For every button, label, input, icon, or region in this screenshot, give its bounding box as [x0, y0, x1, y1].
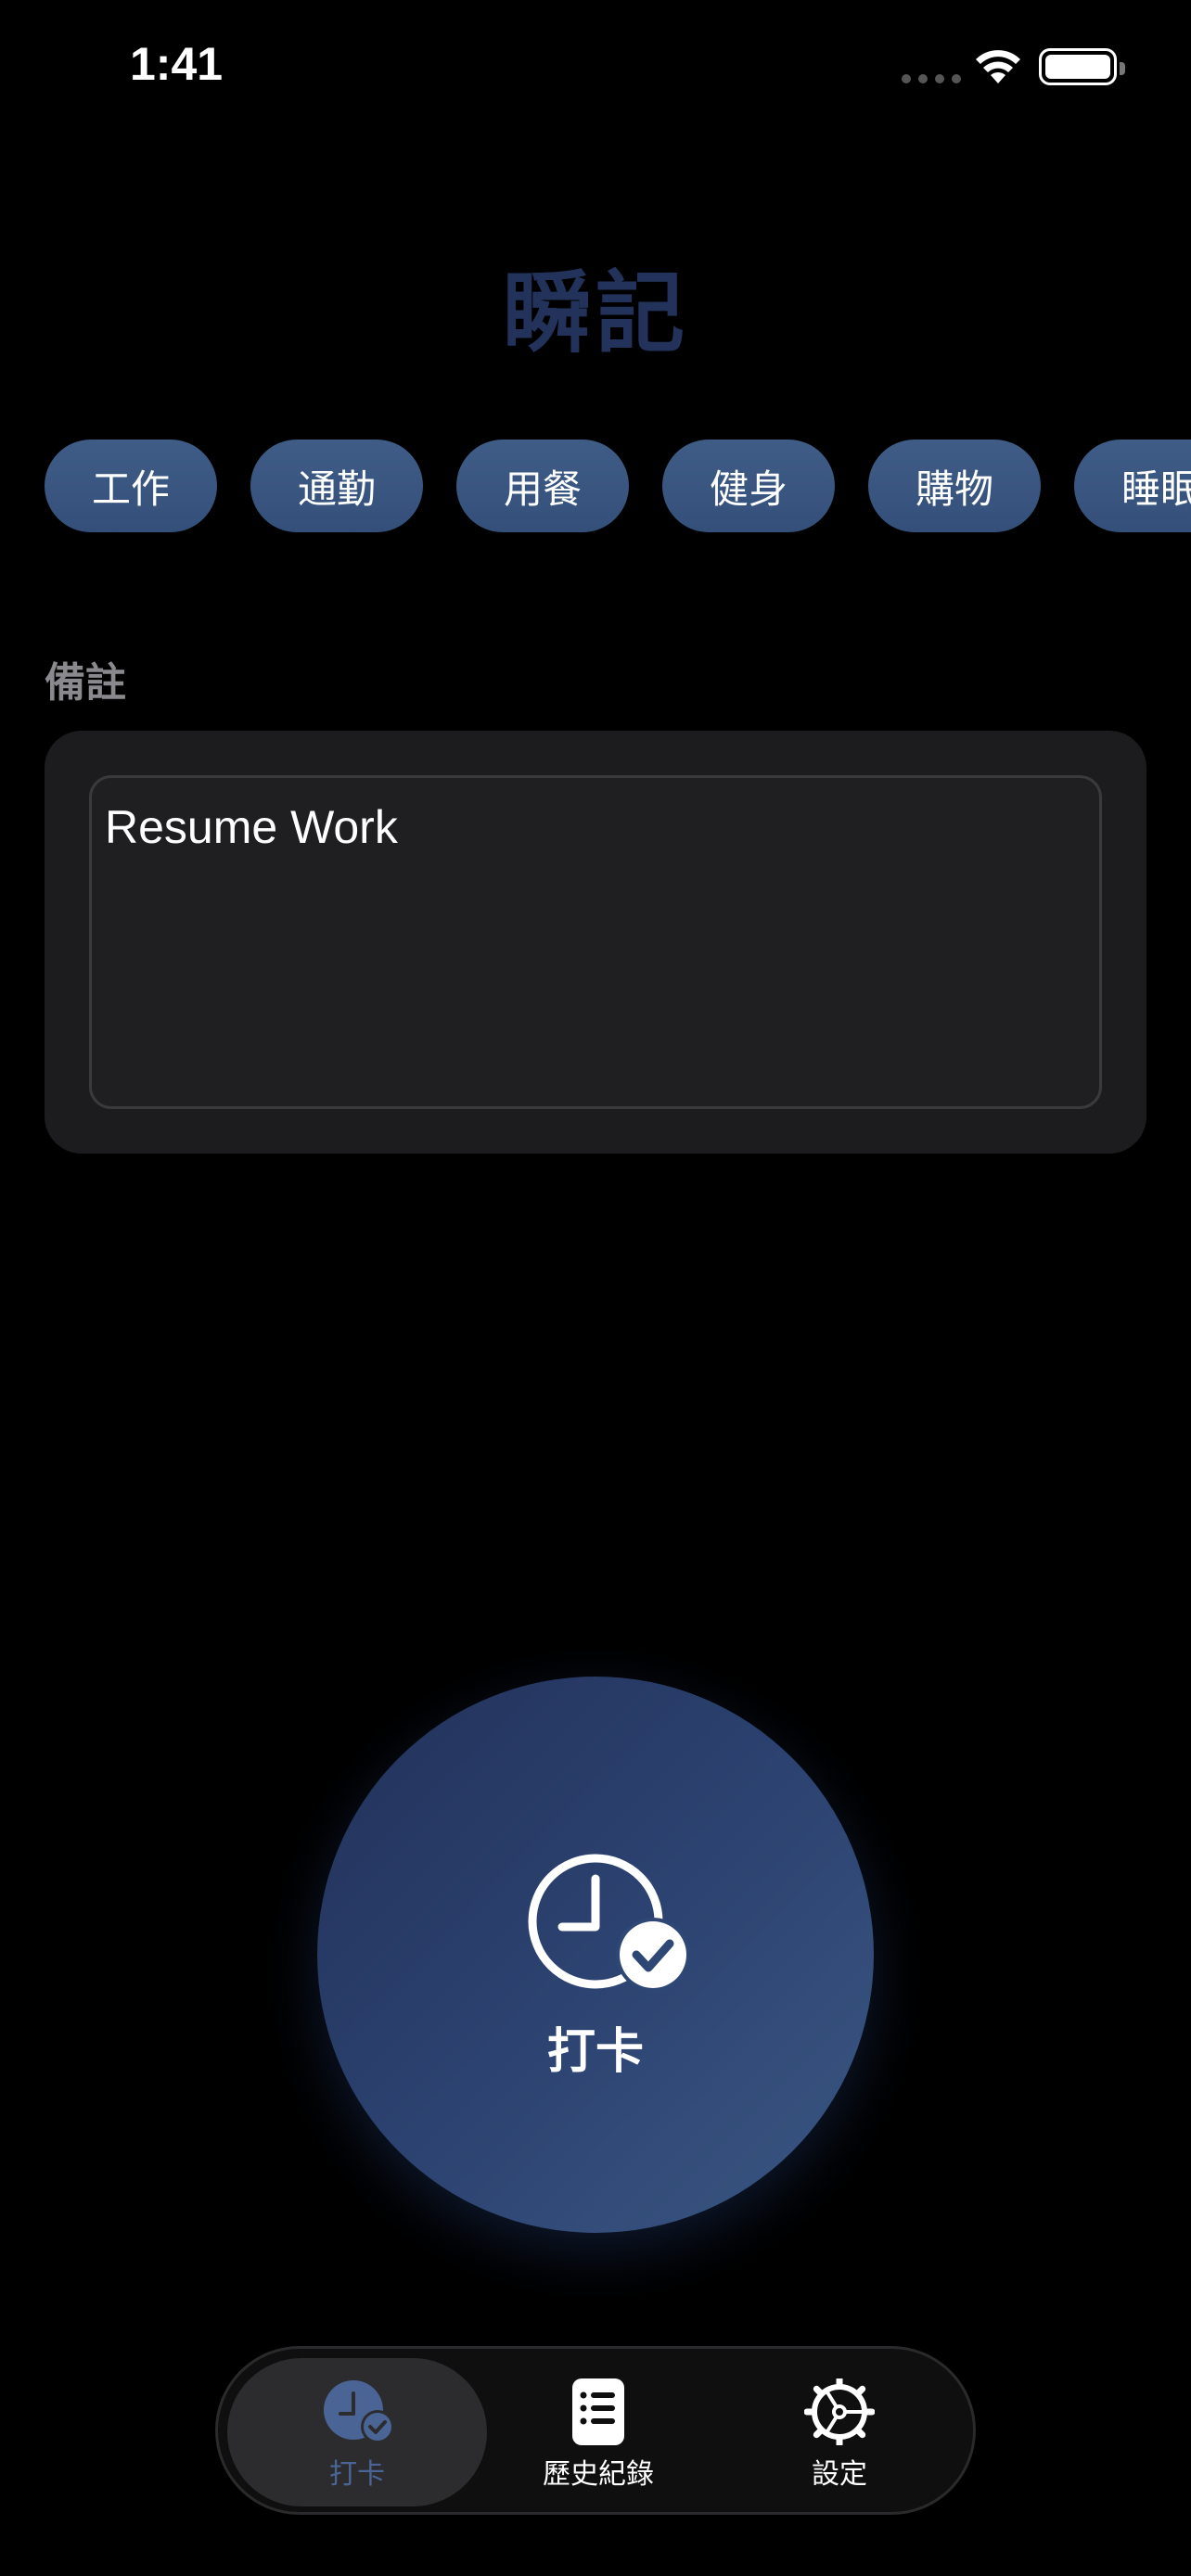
category-chip-work[interactable]: 工作 — [45, 440, 217, 532]
category-chip-commute[interactable]: 通勤 — [250, 440, 423, 532]
signal-icon — [902, 74, 961, 83]
tab-history[interactable]: 歷史紀錄 — [468, 2358, 728, 2506]
tab-bar: 打卡 歷史紀錄 設定 — [215, 2346, 976, 2515]
tab-settings[interactable]: 設定 — [710, 2358, 969, 2506]
note-input[interactable]: Resume Work — [89, 775, 1102, 1109]
category-chip-meal[interactable]: 用餐 — [456, 440, 629, 532]
category-chip-shopping[interactable]: 購物 — [868, 440, 1041, 532]
wifi-icon — [976, 50, 1020, 83]
category-chips: 工作 通勤 用餐 健身 購物 睡眠 — [45, 440, 1191, 532]
category-chip-sleep[interactable]: 睡眠 — [1074, 440, 1191, 532]
clock-check-icon — [528, 1854, 690, 1992]
note-card: Resume Work — [45, 731, 1146, 1154]
tab-punch[interactable]: 打卡 — [227, 2358, 487, 2506]
tab-label: 設定 — [812, 2458, 867, 2491]
tab-label: 打卡 — [329, 2458, 385, 2491]
clock-check-icon — [324, 2380, 392, 2443]
punch-label: 打卡 — [546, 2024, 644, 2080]
tab-label: 歷史紀錄 — [543, 2458, 654, 2491]
app-title: 瞬記 — [503, 261, 688, 365]
note-label: 備註 — [45, 659, 126, 707]
battery-icon — [1039, 48, 1125, 85]
list-document-icon — [572, 2378, 624, 2445]
category-chip-fitness[interactable]: 健身 — [662, 440, 835, 532]
punch-button[interactable]: 打卡 — [317, 1677, 874, 2233]
gear-icon — [804, 2378, 875, 2445]
status-time: 1:41 — [130, 38, 224, 90]
